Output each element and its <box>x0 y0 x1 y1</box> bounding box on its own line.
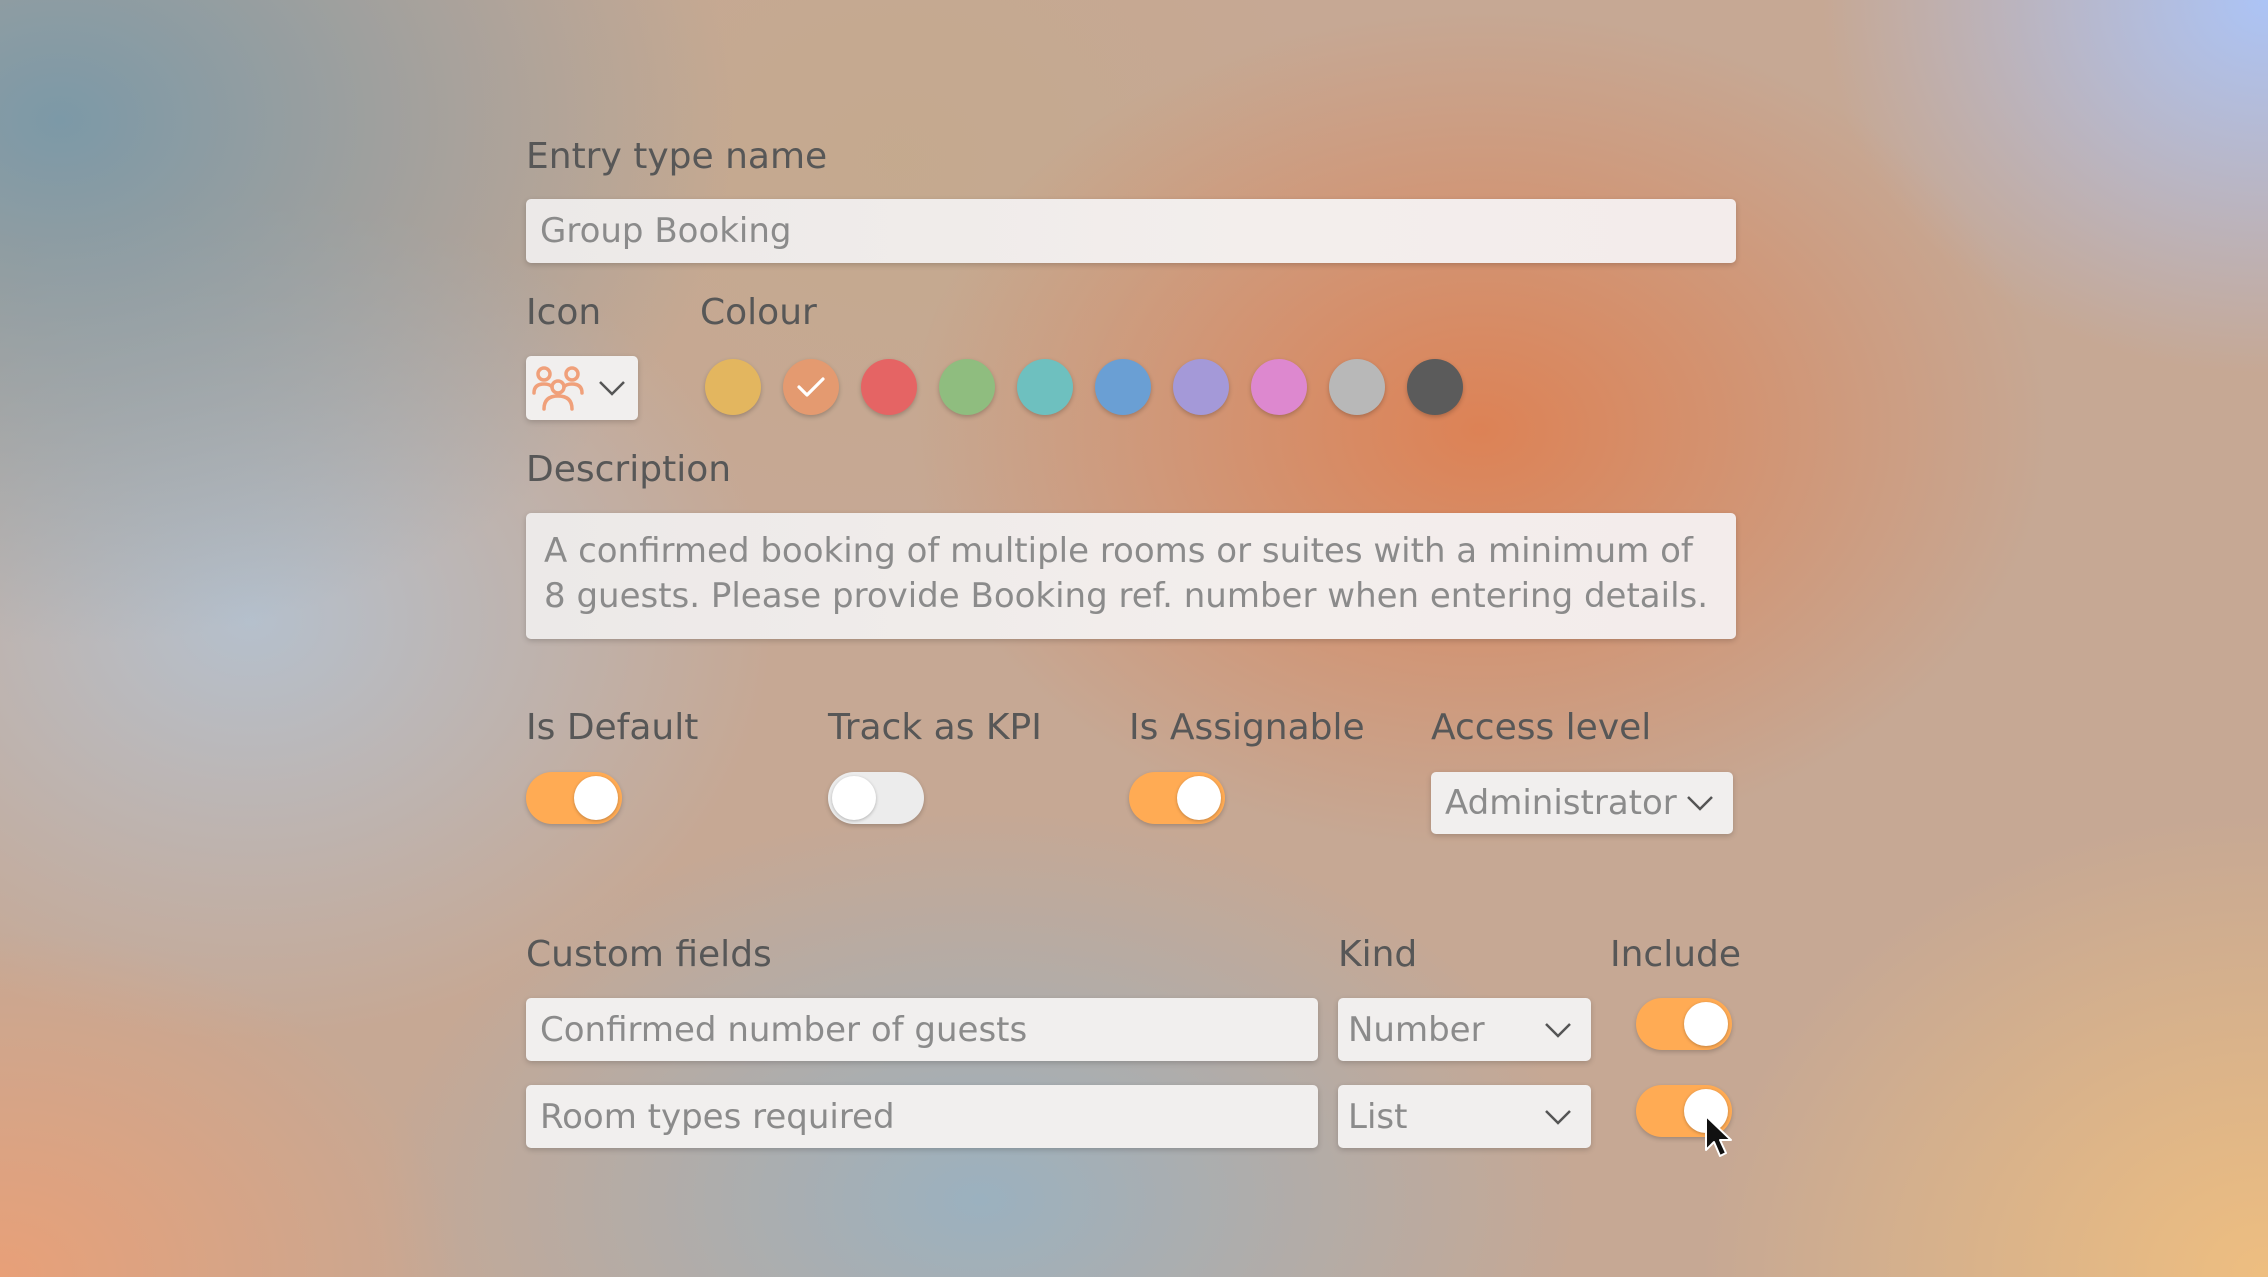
is-default-label: Is Default <box>526 707 699 748</box>
is-assignable-toggle[interactable] <box>1129 772 1225 824</box>
access-level-label: Access level <box>1431 707 1652 748</box>
colour-swatch[interactable] <box>1407 359 1463 415</box>
chevron-down-icon <box>599 381 625 396</box>
custom-field-name-input[interactable]: Confirmed number of guests <box>526 998 1318 1061</box>
colour-swatch[interactable] <box>939 359 995 415</box>
entry-type-name-input[interactable]: Group Booking <box>526 199 1736 263</box>
toggle-knob <box>1177 776 1221 820</box>
toggle-knob <box>1684 1002 1728 1046</box>
description-label: Description <box>526 449 732 490</box>
custom-field-kind-value: List <box>1348 1096 1408 1137</box>
chevron-down-icon <box>1687 796 1713 811</box>
access-level-select[interactable]: Administrator <box>1431 772 1733 834</box>
colour-label: Colour <box>700 292 817 333</box>
is-assignable-label: Is Assignable <box>1129 707 1365 748</box>
track-kpi-toggle[interactable] <box>828 772 924 824</box>
custom-field-name-input[interactable]: Room types required <box>526 1085 1318 1148</box>
colour-swatch[interactable] <box>1329 359 1385 415</box>
toggle-knob <box>832 776 876 820</box>
colour-swatch[interactable] <box>783 359 839 415</box>
colour-swatch[interactable] <box>1017 359 1073 415</box>
is-default-toggle[interactable] <box>526 772 622 824</box>
entry-type-name-label: Entry type name <box>526 136 828 177</box>
track-kpi-label: Track as KPI <box>828 707 1042 748</box>
kind-label: Kind <box>1338 934 1418 975</box>
colour-swatch[interactable] <box>861 359 917 415</box>
custom-field-kind-select[interactable]: List <box>1338 1085 1591 1148</box>
toggle-knob <box>574 776 618 820</box>
mouse-cursor-icon <box>1705 1115 1732 1157</box>
access-level-value: Administrator <box>1445 783 1677 823</box>
description-textarea[interactable]: A confirmed booking of multiple rooms or… <box>526 513 1736 639</box>
icon-select[interactable] <box>526 356 638 420</box>
icon-label: Icon <box>526 292 602 333</box>
custom-field-include-toggle[interactable] <box>1636 998 1732 1050</box>
colour-swatch[interactable] <box>1251 359 1307 415</box>
colour-swatch[interactable] <box>705 359 761 415</box>
chevron-down-icon <box>1545 1109 1571 1125</box>
checkmark-icon <box>797 377 825 397</box>
chevron-down-icon <box>1545 1022 1571 1038</box>
custom-fields-label: Custom fields <box>526 934 772 975</box>
group-people-icon <box>532 366 584 411</box>
custom-field-kind-value: Number <box>1348 1009 1485 1050</box>
colour-swatch[interactable] <box>1173 359 1229 415</box>
custom-field-kind-select[interactable]: Number <box>1338 998 1591 1061</box>
include-label: Include <box>1610 934 1742 975</box>
colour-swatch[interactable] <box>1095 359 1151 415</box>
